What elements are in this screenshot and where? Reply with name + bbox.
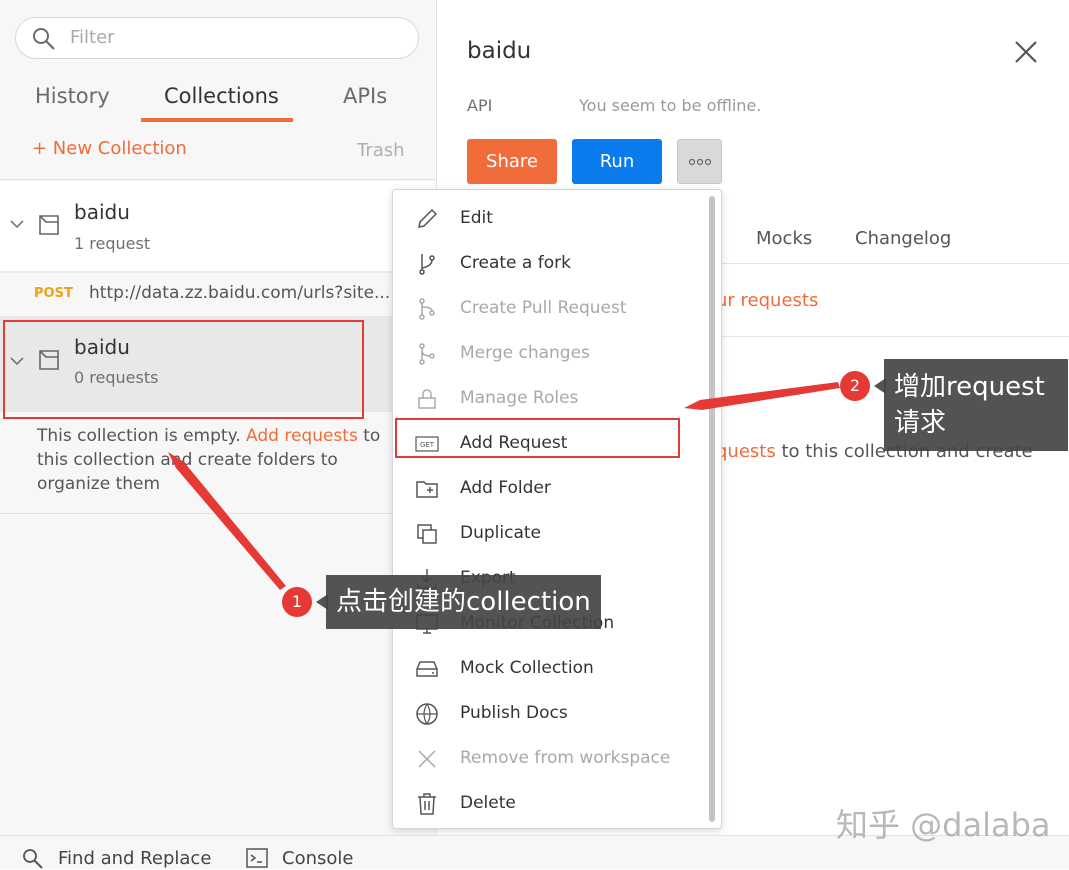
collection-name: baidu — [74, 200, 130, 224]
share-button[interactable]: Share — [467, 139, 557, 184]
x-icon — [418, 750, 436, 768]
menu-item-merge-changes: Merge changes — [393, 331, 703, 376]
collection-title: baidu — [467, 38, 532, 64]
step-badge: 2 — [840, 371, 870, 401]
menu-item-label: Merge changes — [460, 343, 590, 363]
divider — [0, 179, 436, 180]
duplicate-icon — [417, 524, 437, 544]
menu-item-label: Create a fork — [460, 253, 571, 273]
menu-item-mock-collection[interactable]: Mock Collection — [393, 646, 703, 691]
callout-step-1: 点击创建的collection — [326, 575, 601, 629]
tab-changelog[interactable]: Changelog — [855, 228, 951, 249]
menu-item-label: Mock Collection — [460, 658, 594, 678]
step-badge: 1 — [282, 587, 312, 617]
menu-item-label: Edit — [460, 208, 493, 228]
menu-item-label: Create Pull Request — [460, 298, 627, 318]
trash-icon — [418, 793, 436, 815]
more-options-button[interactable] — [677, 139, 722, 184]
search-icon — [23, 849, 43, 869]
method-badge: POST — [34, 286, 73, 301]
tab-apis[interactable]: APIs — [343, 84, 387, 108]
menu-item-publish-docs[interactable]: Publish Docs — [393, 691, 703, 736]
find-and-replace-button[interactable]: Find and Replace — [58, 848, 211, 869]
filter-input[interactable] — [68, 26, 372, 49]
collection-request-count: 1 request — [74, 234, 151, 253]
add-requests-link[interactable]: Add requests — [246, 426, 358, 446]
request-item[interactable]: POST http://data.zz.baidu.com/urls?site.… — [0, 273, 436, 315]
highlight-box-collection — [3, 320, 364, 419]
ellipsis-icon — [688, 158, 712, 166]
tab-mocks[interactable]: Mocks — [756, 228, 812, 249]
active-tab-indicator — [141, 118, 293, 122]
lock-icon — [418, 389, 436, 409]
menu-item-create-fork[interactable]: Create a fork — [393, 241, 703, 286]
scrollbar[interactable] — [709, 196, 715, 822]
pull-request-icon — [419, 298, 435, 320]
menu-item-remove-from-workspace: Remove from workspace — [393, 736, 703, 781]
menu-item-label: Duplicate — [460, 523, 541, 543]
menu-item-label: Delete — [460, 793, 516, 813]
menu-item-manage-roles: Manage Roles — [393, 376, 703, 421]
menu-item-duplicate[interactable]: Duplicate — [393, 511, 703, 556]
collection-item[interactable]: baidu 1 request — [0, 181, 436, 271]
add-requests-link[interactable]: quests — [716, 441, 776, 462]
search-icon — [33, 28, 55, 50]
filter-field[interactable] — [15, 17, 419, 59]
menu-item-label: Add Folder — [460, 478, 551, 498]
collection-context-menu: Edit Create a fork Create Pull Request M… — [392, 189, 722, 829]
empty-collection-message: This collection is empty. Add requests t… — [37, 424, 407, 496]
offline-status: You seem to be offline. — [579, 96, 762, 115]
watermark: 知乎 @dalaba — [836, 806, 1051, 844]
folder-icon — [39, 215, 59, 235]
chevron-down-icon[interactable] — [10, 217, 24, 233]
console-icon — [246, 848, 268, 868]
menu-item-edit[interactable]: Edit — [393, 196, 703, 241]
tab-collections[interactable]: Collections — [164, 84, 279, 108]
callout-line: 请求 — [894, 408, 947, 438]
fork-icon — [419, 254, 435, 275]
menu-item-label: Remove from workspace — [460, 748, 671, 768]
menu-item-add-folder[interactable]: Add Folder — [393, 466, 703, 511]
pencil-icon — [418, 208, 438, 228]
run-button[interactable]: Run — [572, 139, 662, 184]
console-button[interactable]: Console — [282, 848, 353, 869]
trash-button[interactable]: Trash — [357, 140, 405, 161]
callout-line: 增加request — [894, 372, 1045, 402]
tab-history[interactable]: History — [35, 84, 110, 108]
highlight-box-add-request — [395, 418, 680, 458]
empty-text-start: This collection is empty. — [37, 426, 247, 446]
your-requests-link[interactable]: ur requests — [716, 290, 818, 311]
menu-item-label: Manage Roles — [460, 388, 579, 408]
merge-icon — [419, 343, 435, 365]
globe-icon — [416, 703, 438, 725]
add-folder-icon — [416, 481, 438, 498]
request-url: http://data.zz.baidu.com/urls?site... — [89, 283, 391, 303]
menu-item-label: Publish Docs — [460, 703, 568, 723]
api-label: API — [467, 96, 493, 115]
menu-item-create-pull-request: Create Pull Request — [393, 286, 703, 331]
menu-item-delete[interactable]: Delete — [393, 781, 703, 826]
callout-step-2: 增加request 请求 — [884, 359, 1068, 451]
mock-server-icon — [416, 661, 438, 677]
close-icon[interactable] — [1012, 38, 1040, 66]
divider — [0, 513, 436, 514]
new-collection-button[interactable]: + New Collection — [32, 138, 187, 159]
